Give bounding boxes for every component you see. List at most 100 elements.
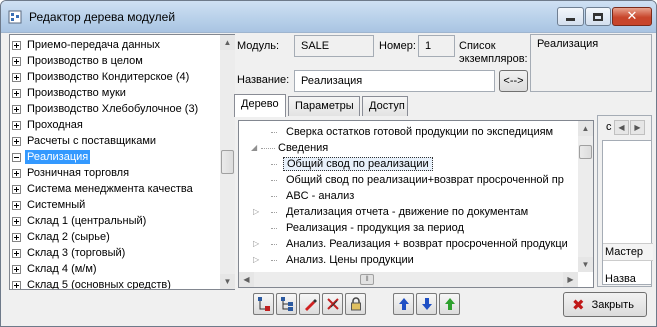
name-label: Название: xyxy=(237,74,290,86)
expand-icon[interactable] xyxy=(12,56,21,66)
module-list-tree[interactable]: Приемо-передача данных Производство в цел… xyxy=(9,34,235,290)
module-list-item[interactable]: Склад 2 (сырье) xyxy=(12,229,112,245)
module-list-item[interactable]: Приемо-передача данных xyxy=(12,37,162,53)
add-node-button[interactable] xyxy=(253,293,274,315)
lock-button[interactable] xyxy=(345,293,366,315)
tab-parameters-label: Параметры xyxy=(295,100,354,112)
expand-icon[interactable] xyxy=(12,136,21,146)
maximize-icon xyxy=(593,12,603,21)
expand-icon[interactable] xyxy=(12,40,21,50)
expand-icon[interactable] xyxy=(12,72,21,82)
window-title: Редактор дерева модулей xyxy=(29,10,176,24)
expand-icon[interactable] xyxy=(12,88,21,98)
module-number-field: 1 xyxy=(418,35,455,57)
module-list-item[interactable]: Склад 1 (центральный) xyxy=(12,213,148,229)
module-list-item[interactable]: Производство Кондитерское (4) xyxy=(12,69,191,85)
collapse-icon[interactable] xyxy=(12,152,21,162)
scroll-up-icon[interactable]: ▲ xyxy=(578,121,593,136)
module-list-item[interactable]: Склад 4 (м/м) xyxy=(12,261,99,277)
content-tree-item[interactable]: Сверка остатков готовой продукции по экс… xyxy=(271,124,556,140)
module-list-vscrollbar[interactable]: ▲ ▼ xyxy=(220,35,235,289)
scroll-left-icon[interactable]: ◀ xyxy=(239,272,254,287)
minimize-button[interactable] xyxy=(557,7,584,26)
expand-icon[interactable] xyxy=(12,280,21,289)
module-list-item[interactable]: Система менеджмента качества xyxy=(12,181,195,197)
number-label: Номер: xyxy=(379,40,416,52)
move-down-button[interactable] xyxy=(416,293,437,315)
module-name-input[interactable]: Реализация xyxy=(294,70,495,92)
hscroll-thumb[interactable]: ⦀ xyxy=(360,274,374,285)
module-list-item[interactable]: Производство муки xyxy=(12,85,128,101)
module-list-item-label: Приемо-передача данных xyxy=(27,39,160,51)
scroll-right-icon[interactable]: ▶ xyxy=(563,272,578,287)
content-tree-item[interactable]: Реализация - продукция за период xyxy=(271,220,467,236)
move-level-up-button[interactable] xyxy=(439,293,460,315)
expand-icon[interactable] xyxy=(12,184,21,194)
collapse-arrow-icon[interactable]: ◢ xyxy=(251,143,257,152)
content-tree-item-label: Реализация - продукция за период xyxy=(286,222,464,234)
expand-icon[interactable] xyxy=(12,120,21,130)
title-bar[interactable]: Редактор дерева модулей ✕ xyxy=(1,1,656,33)
close-window-button[interactable]: ✕ xyxy=(612,7,652,26)
expand-arrow-icon[interactable]: ▷ xyxy=(253,239,259,248)
close-button[interactable]: ✖ Закрыть xyxy=(563,292,647,317)
content-tree-hscrollbar[interactable]: ◀ ⦀ ▶ xyxy=(239,272,578,287)
side-tab-label[interactable]: с xyxy=(606,121,612,133)
instance-item[interactable]: Реализация xyxy=(537,38,598,50)
add-child-node-button[interactable] xyxy=(276,293,297,315)
content-tree-item[interactable]: ▷ Анализ. Цены продукции xyxy=(253,252,417,268)
content-tree-vscrollbar[interactable]: ▲ ▼ xyxy=(578,121,593,272)
module-content-tree[interactable]: Сверка остатков готовой продукции по экс… xyxy=(238,120,594,288)
swap-button[interactable]: <--> xyxy=(499,70,528,92)
module-code-field: SALE xyxy=(294,35,374,57)
content-tree-item[interactable]: ABC - анализ xyxy=(271,188,357,204)
module-list-item-label: Производство муки xyxy=(27,87,126,99)
scroll-down-icon[interactable]: ▼ xyxy=(220,274,235,289)
expand-arrow-icon[interactable]: ▷ xyxy=(253,255,259,264)
module-list-item[interactable]: Склад 3 (торговый) xyxy=(12,245,127,261)
scroll-thumb[interactable] xyxy=(221,150,234,174)
expand-icon[interactable] xyxy=(12,232,21,242)
tab-scroll-right-icon[interactable]: ▶ xyxy=(630,120,645,135)
expand-arrow-icon[interactable]: ▷ xyxy=(253,207,259,216)
tab-tree-label: Дерево xyxy=(241,98,279,110)
module-list-item[interactable]: Расчеты с поставщиками xyxy=(12,133,158,149)
scroll-down-icon[interactable]: ▼ xyxy=(578,257,593,272)
expand-icon[interactable] xyxy=(12,248,21,258)
tab-scroll-left-icon[interactable]: ◀ xyxy=(614,120,629,135)
module-list-item[interactable]: Проходная xyxy=(12,117,85,133)
module-list-item-label: Склад 2 (сырье) xyxy=(27,231,110,243)
module-list-item[interactable]: Склад 5 (основных средств) xyxy=(12,277,173,289)
expand-icon[interactable] xyxy=(12,168,21,178)
content-tree-item[interactable]: ◢ Сведения xyxy=(251,140,331,156)
tab-access[interactable]: Доступ xyxy=(362,96,408,116)
module-list-items: Приемо-передача данных Производство в цел… xyxy=(10,35,221,289)
edit-node-button[interactable] xyxy=(299,293,320,315)
module-list-item[interactable]: Производство Хлебобулочное (3) xyxy=(12,101,200,117)
tab-tree[interactable]: Дерево xyxy=(234,94,286,117)
tree-connector xyxy=(271,228,277,229)
module-list-item-label: Производство Кондитерское (4) xyxy=(27,71,190,83)
expand-icon[interactable] xyxy=(12,264,21,274)
content-tree-item[interactable]: ▷ Анализ. Реализация + возврат просроченн… xyxy=(253,236,571,252)
content-tree-item[interactable]: Общий свод по реализации+возврат просроч… xyxy=(271,172,567,188)
content-tree-item[interactable]: ▷ Детализация отчета - движение по докуме… xyxy=(253,204,531,220)
move-up-button[interactable] xyxy=(393,293,414,315)
module-list-item[interactable]: Производство в целом xyxy=(12,53,145,69)
delete-node-button[interactable] xyxy=(322,293,343,315)
module-list-item[interactable]: Реализация xyxy=(12,149,91,165)
expand-icon[interactable] xyxy=(12,200,21,210)
instances-list[interactable]: Реализация xyxy=(530,34,652,92)
expand-icon[interactable] xyxy=(12,104,21,114)
content-tree-item-label: Общий свод по реализации+возврат просроч… xyxy=(286,174,564,186)
expand-icon[interactable] xyxy=(12,216,21,226)
scroll-thumb[interactable] xyxy=(579,145,592,159)
close-button-label: Закрыть xyxy=(591,298,634,311)
content-tree-item[interactable]: Общий свод по реализации xyxy=(271,156,433,172)
maximize-button[interactable] xyxy=(585,7,611,26)
tab-parameters[interactable]: Параметры xyxy=(288,96,360,116)
module-list-item[interactable]: Системный xyxy=(12,197,87,213)
module-list-item[interactable]: Розничная торговля xyxy=(12,165,131,181)
client-area: Приемо-передача данных Производство в цел… xyxy=(5,34,653,322)
scroll-up-icon[interactable]: ▲ xyxy=(220,35,235,50)
